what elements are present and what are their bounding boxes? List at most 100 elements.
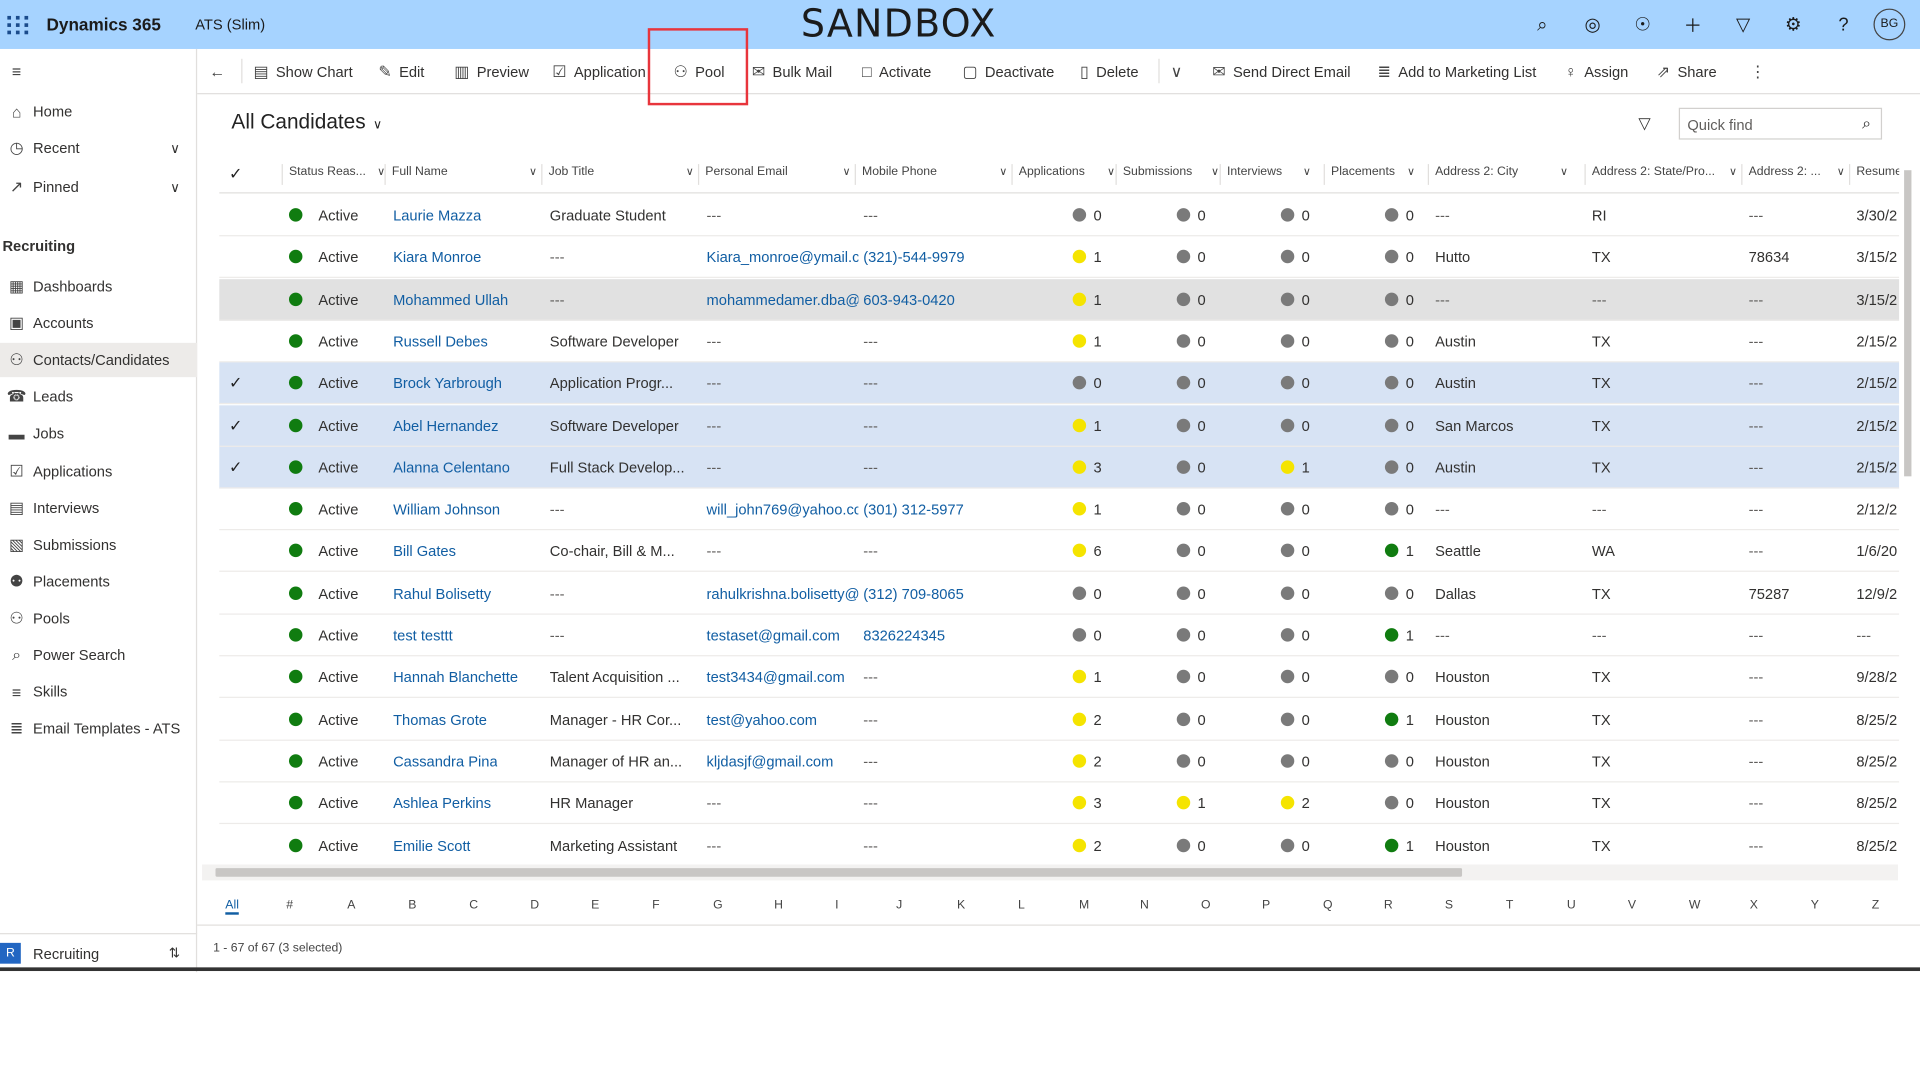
column-divider[interactable] — [1219, 164, 1221, 185]
alphabet-filter-w[interactable]: W — [1689, 899, 1701, 912]
alphabet-filter-d[interactable]: D — [530, 899, 539, 912]
table-row[interactable]: Active test testtt --- testaset@gmail.com 83… — [219, 615, 1900, 657]
column-divider[interactable] — [697, 164, 700, 185]
alphabet-filter-f[interactable]: F — [652, 899, 659, 912]
alphabet-filter-e[interactable]: E — [591, 899, 599, 912]
cell-email[interactable]: kljdasjf@gmail.com — [707, 753, 834, 770]
cell-name[interactable]: Emilie Scott — [393, 837, 471, 854]
cell-phone[interactable]: (301) 312-5977 — [863, 501, 963, 518]
chevron-down-icon[interactable]: ∨ — [170, 179, 180, 196]
user-avatar[interactable]: BG — [1873, 8, 1906, 41]
column-header[interactable]: Resume — [1856, 165, 1899, 178]
row-checkbox[interactable]: ✓ — [229, 374, 242, 394]
sidebar-item-dashboards[interactable]: ▦ Dashboards — [0, 269, 197, 303]
alphabet-filter-all[interactable]: All — [225, 899, 239, 915]
cell-name[interactable]: Russell Debes — [393, 333, 488, 350]
help-icon[interactable]: ? — [1818, 14, 1868, 35]
task-flow-icon[interactable]: ◎ — [1567, 13, 1617, 36]
send-direct-email-button[interactable]: ✉ Send Direct Email — [1212, 49, 1350, 94]
alphabet-filter-q[interactable]: Q — [1323, 899, 1333, 912]
filter-icon[interactable]: ▽ — [1718, 13, 1768, 36]
column-header[interactable]: Address 2: ... — [1749, 165, 1821, 178]
table-row[interactable]: Active Ashlea Perkins HR Manager --- --- Hous… — [219, 783, 1900, 825]
table-row[interactable]: Active William Johnson --- will_john769@yah… — [219, 489, 1900, 531]
table-row[interactable]: Active Hannah Blanchette Talent Acquisitio… — [219, 657, 1900, 699]
lightbulb-icon[interactable]: ☉ — [1618, 13, 1668, 36]
alphabet-filter-l[interactable]: L — [1018, 899, 1025, 912]
alphabet-filter-g[interactable]: G — [713, 899, 723, 912]
cell-name[interactable]: Alanna Celentano — [393, 459, 510, 476]
brand-title[interactable]: Dynamics 365 — [47, 15, 161, 35]
cell-name[interactable]: Brock Yarbrough — [393, 375, 502, 392]
add-to-marketing-list-button[interactable]: ≣ Add to Marketing List — [1378, 49, 1537, 94]
table-row[interactable]: Active Emilie Scott Marketing Assistant ---… — [219, 825, 1899, 865]
column-sort-chevron-icon[interactable]: ∨ — [1211, 165, 1219, 178]
alphabet-filter-y[interactable]: Y — [1811, 899, 1819, 912]
alphabet-filter-hash[interactable]: # — [286, 899, 293, 912]
column-sort-chevron-icon[interactable]: ∨ — [1107, 165, 1115, 178]
search-icon[interactable]: ⌕ — [1517, 14, 1567, 35]
alphabet-filter-j[interactable]: J — [896, 899, 902, 912]
alphabet-filter-z[interactable]: Z — [1872, 899, 1879, 912]
edit-button[interactable]: ✎ Edit — [378, 49, 424, 94]
filter-icon[interactable]: ▽ — [1638, 114, 1650, 134]
cell-name[interactable]: Hannah Blanchette — [393, 669, 518, 686]
more-delete-options-button[interactable]: ∨ — [1171, 49, 1190, 94]
quick-find-input[interactable]: Quick find ⌕ — [1678, 107, 1883, 140]
search-icon[interactable]: ⌕ — [1862, 114, 1871, 134]
cell-email[interactable]: mohammedamer.dba@ — [707, 291, 859, 308]
cell-phone[interactable]: 8326224345 — [863, 627, 945, 644]
column-header[interactable]: Placements — [1331, 165, 1395, 178]
column-divider[interactable] — [1584, 164, 1586, 185]
alphabet-filter-v[interactable]: V — [1628, 899, 1636, 912]
row-checkbox[interactable]: ✓ — [229, 416, 242, 436]
show-chart-button[interactable]: ▤ Show Chart — [253, 49, 352, 94]
cell-name[interactable]: Ashlea Perkins — [393, 795, 491, 812]
column-sort-chevron-icon[interactable]: ∨ — [686, 165, 694, 178]
cell-email[interactable]: testaset@gmail.com — [707, 627, 840, 644]
table-row[interactable]: Active Kiara Monroe --- Kiara_monroe@ymail.… — [219, 237, 1900, 279]
cell-name[interactable]: Thomas Grote — [393, 711, 487, 728]
alphabet-filter-i[interactable]: I — [835, 899, 838, 912]
column-sort-chevron-icon[interactable]: ∨ — [1837, 165, 1845, 178]
alphabet-filter-k[interactable]: K — [957, 899, 965, 912]
share-button[interactable]: ⇗ Share — [1657, 49, 1717, 94]
cell-name[interactable]: Cassandra Pina — [393, 753, 498, 770]
table-row[interactable]: Active Laurie Mazza Graduate Student --- ---… — [219, 195, 1900, 237]
table-row[interactable]: Active Rahul Bolisetty --- rahulkrishna.bol… — [219, 573, 1900, 615]
table-row[interactable]: Active Russell Debes Software Developer ---… — [219, 321, 1900, 363]
deactivate-button[interactable]: ▢ Deactivate — [962, 49, 1054, 94]
back-button[interactable]: ← — [209, 49, 232, 94]
chevron-down-icon[interactable]: ∨ — [170, 140, 180, 156]
alphabet-filter-u[interactable]: U — [1567, 899, 1576, 912]
column-divider[interactable] — [541, 164, 543, 185]
column-divider[interactable] — [1011, 164, 1013, 185]
table-row[interactable]: Active Cassandra Pina Manager of HR an... k… — [219, 741, 1900, 783]
bulk-mail-button[interactable]: ✉ Bulk Mail — [752, 49, 832, 94]
column-sort-chevron-icon[interactable]: ∨ — [999, 165, 1007, 178]
column-header[interactable]: Job Title — [549, 165, 595, 178]
sidebar-item-placements[interactable]: ⚉ Placements — [0, 564, 197, 598]
delete-button[interactable]: ▯ Delete — [1080, 49, 1139, 94]
column-divider[interactable] — [1848, 164, 1851, 185]
column-sort-chevron-icon[interactable]: ∨ — [1729, 165, 1737, 178]
column-divider[interactable] — [1115, 164, 1117, 185]
cell-name[interactable]: Mohammed Ullah — [393, 291, 508, 308]
alphabet-filter-b[interactable]: B — [408, 899, 416, 912]
cell-name[interactable]: test testtt — [393, 627, 453, 644]
cell-email[interactable]: rahulkrishna.bolisetty@ — [707, 585, 859, 602]
column-header[interactable]: Applications — [1019, 165, 1085, 178]
column-divider[interactable] — [854, 164, 856, 185]
table-row[interactable]: ✓ Active Brock Yarbrough Application Progr.… — [219, 362, 1900, 405]
view-selector[interactable]: All Candidates ∨ — [231, 110, 382, 134]
column-divider[interactable] — [281, 164, 283, 185]
column-header[interactable]: Full Name — [392, 165, 448, 178]
alphabet-filter-o[interactable]: O — [1201, 899, 1211, 912]
sidebar-item-skills[interactable]: ≡ Skills — [0, 675, 197, 709]
horizontal-scroll-thumb[interactable] — [215, 868, 1463, 877]
alphabet-filter-h[interactable]: H — [774, 899, 783, 912]
column-divider[interactable] — [1741, 164, 1743, 185]
cell-name[interactable]: Kiara Monroe — [393, 249, 481, 266]
alphabet-filter-r[interactable]: R — [1384, 899, 1393, 912]
column-header[interactable]: Address 2: State/Pro... — [1592, 165, 1715, 178]
